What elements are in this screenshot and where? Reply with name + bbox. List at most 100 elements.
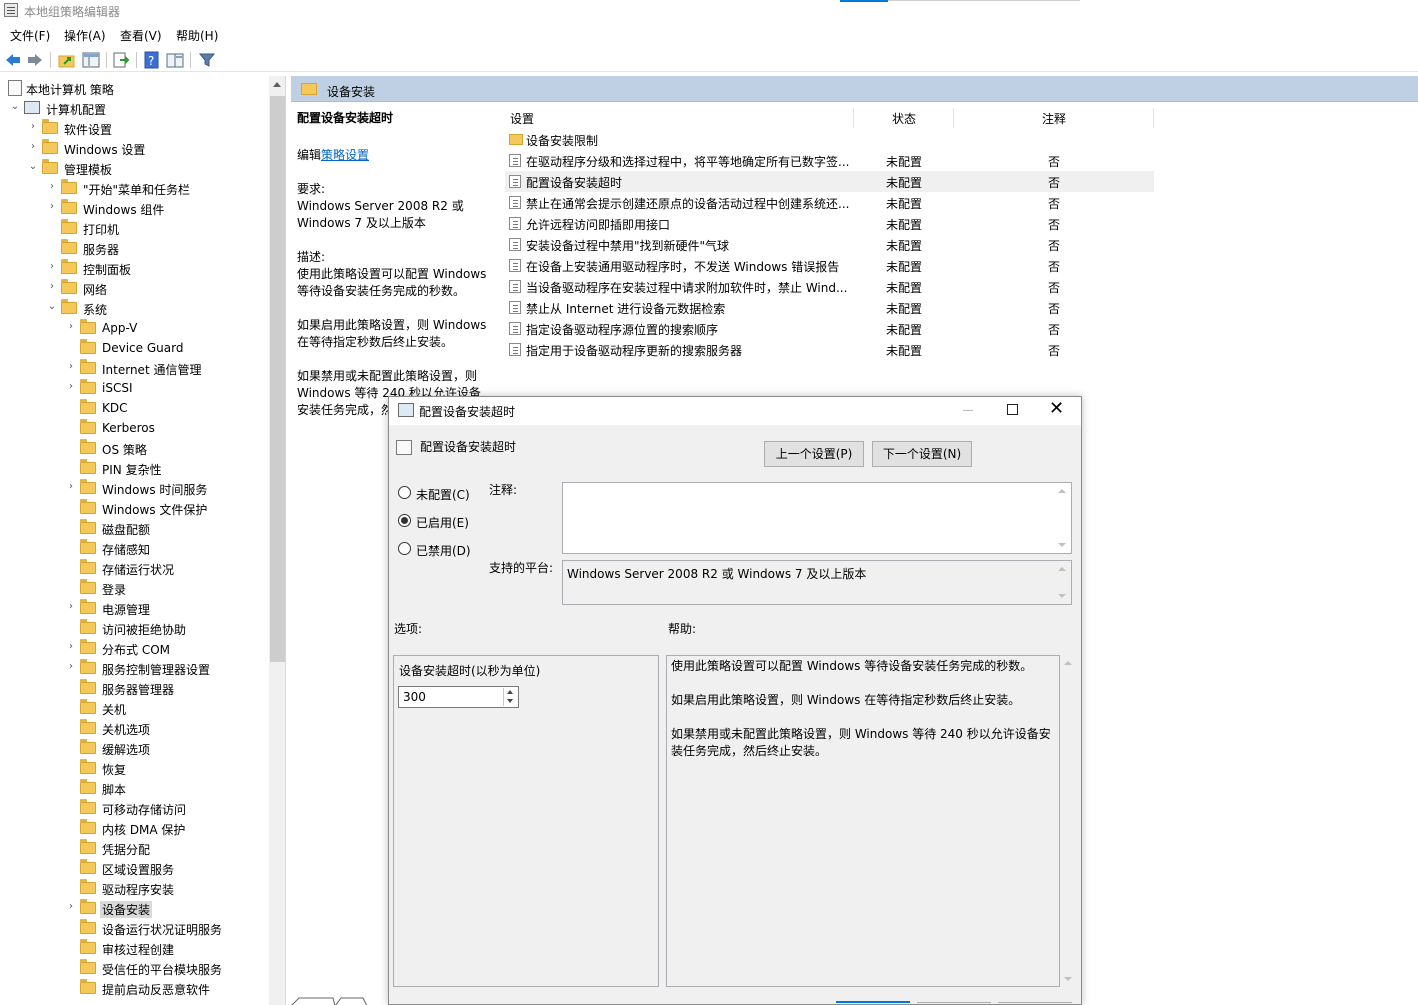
chevron-right-icon[interactable]: › xyxy=(28,142,38,152)
settings-row[interactable]: 安装设备过程中禁用"找到新硬件"气球 未配置 否 xyxy=(505,234,1154,255)
menu-help[interactable]: 帮助(H) xyxy=(176,27,218,44)
tree-item[interactable]: 缓解选项 xyxy=(0,738,269,758)
tree-item-label[interactable]: 打印机 xyxy=(83,221,119,238)
tree-item-label[interactable]: 可移动存储访问 xyxy=(102,801,186,818)
settings-row[interactable]: 允许远程访问即插即用接口 未配置 否 xyxy=(505,213,1154,234)
column-divider[interactable] xyxy=(1153,108,1154,128)
back-arrow-icon[interactable] xyxy=(4,51,22,69)
tree-item-label[interactable]: 缓解选项 xyxy=(102,741,150,758)
scroll-down-arrow-icon[interactable] xyxy=(1058,594,1066,598)
settings-row[interactable]: 配置设备安装超时 未配置 否 xyxy=(505,171,1154,192)
tree-item-label[interactable]: 恢复 xyxy=(102,761,126,778)
close-icon[interactable]: ✕ xyxy=(1049,399,1064,419)
help-scrollbar-track[interactable] xyxy=(1060,655,1077,987)
tree-item[interactable]: › 服务控制管理器设置 xyxy=(0,658,269,678)
radio-circle[interactable] xyxy=(398,486,411,499)
tree-item[interactable]: 存储运行状况 xyxy=(0,558,269,578)
tree-item-label[interactable]: Internet 通信管理 xyxy=(102,361,201,378)
chevron-right-icon[interactable]: › xyxy=(66,662,76,672)
tree-item-label[interactable]: 凭据分配 xyxy=(102,841,150,858)
chevron-right-icon[interactable]: › xyxy=(47,282,57,292)
radio-not-configured[interactable]: 未配置(C) xyxy=(398,486,470,502)
settings-row[interactable]: 禁止从 Internet 进行设备元数据检索 未配置 否 xyxy=(505,297,1154,318)
chevron-right-icon[interactable]: › xyxy=(66,902,76,912)
tree-item-label[interactable]: 受信任的平台模块服务 xyxy=(102,961,222,978)
scroll-down-arrow-icon[interactable] xyxy=(1058,543,1066,547)
scroll-up-arrow-icon[interactable] xyxy=(1064,661,1072,665)
export-list-icon[interactable] xyxy=(112,51,130,69)
tree-item[interactable]: 区域设置服务 xyxy=(0,858,269,878)
tree-item-label[interactable]: 分布式 COM xyxy=(102,641,170,658)
settings-row[interactable]: 禁止在通常会提示创建还原点的设备活动过程中创建系统还... 未配置 否 xyxy=(505,192,1154,213)
scroll-down-arrow-icon[interactable] xyxy=(1064,977,1072,981)
column-state[interactable]: 状态 xyxy=(892,110,916,127)
tree-scrollbar[interactable] xyxy=(269,76,285,1005)
tree-item[interactable]: Windows 文件保护 xyxy=(0,498,269,518)
tree-item[interactable]: › Windows 组件 xyxy=(0,198,269,218)
tree-item[interactable]: 存储感知 xyxy=(0,538,269,558)
radio-circle[interactable] xyxy=(398,542,411,555)
forward-arrow-icon[interactable] xyxy=(26,51,44,69)
chevron-right-icon[interactable]: › xyxy=(66,482,76,492)
menu-action[interactable]: 操作(A) xyxy=(64,27,106,44)
edit-policy-link[interactable]: 策略设置 xyxy=(321,148,369,162)
comment-scrollbar[interactable] xyxy=(1054,483,1071,553)
tree-item[interactable]: OS 策略 xyxy=(0,438,269,458)
chevron-right-icon[interactable]: › xyxy=(66,382,76,392)
tree-item[interactable]: 磁盘配额 xyxy=(0,518,269,538)
next-setting-button[interactable]: 下一个设置(N) xyxy=(872,441,972,467)
radio-enabled[interactable]: 已启用(E) xyxy=(398,514,469,530)
tree-item[interactable]: › iSCSI xyxy=(0,378,269,398)
tree-item-label[interactable]: 设备运行状况证明服务 xyxy=(102,921,222,938)
column-comment[interactable]: 注释 xyxy=(1042,110,1066,127)
help-scrollbar[interactable] xyxy=(1060,655,1077,987)
tree-item-label[interactable]: 电源管理 xyxy=(102,601,150,618)
previous-setting-button[interactable]: 上一个设置(P) xyxy=(764,441,864,467)
setting-name[interactable]: 指定设备驱动程序源位置的搜索顺序 xyxy=(526,321,718,338)
tree-item-label[interactable]: 关机选项 xyxy=(102,721,150,738)
tree-item-label[interactable]: Device Guard xyxy=(102,341,183,355)
tree-item[interactable]: ⌄ 计算机配置 xyxy=(0,98,269,118)
chevron-right-icon[interactable]: › xyxy=(66,642,76,652)
chevron-right-icon[interactable]: › xyxy=(66,362,76,372)
tree-item-label[interactable]: Windows 组件 xyxy=(83,201,164,218)
tree-item-label[interactable]: 内核 DMA 保护 xyxy=(102,821,185,838)
tree-item-label[interactable]: 存储感知 xyxy=(102,541,150,558)
settings-row[interactable]: 在设备上安装通用驱动程序时，不发送 Windows 错误报告 未配置 否 xyxy=(505,255,1154,276)
spin-up-icon[interactable] xyxy=(507,690,513,694)
scrollbar-thumb[interactable] xyxy=(270,96,285,662)
tree-item[interactable]: › 电源管理 xyxy=(0,598,269,618)
tree-item[interactable]: Device Guard xyxy=(0,338,269,358)
chevron-right-icon[interactable]: › xyxy=(66,602,76,612)
tree-item[interactable]: › 分布式 COM xyxy=(0,638,269,658)
tree-item[interactable]: › Windows 设置 xyxy=(0,138,269,158)
tree-item-label[interactable]: 管理模板 xyxy=(64,161,112,178)
tree-item-label[interactable]: 磁盘配额 xyxy=(102,521,150,538)
tree-item-label[interactable]: 提前启动反恶意软件 xyxy=(102,981,210,998)
tree-item-label[interactable]: Windows 时间服务 xyxy=(102,481,207,498)
tree-item-label[interactable]: 关机 xyxy=(102,701,126,718)
tree-item[interactable]: 审核过程创建 xyxy=(0,938,269,958)
chevron-right-icon[interactable]: › xyxy=(28,122,38,132)
tree-item[interactable]: PIN 复杂性 xyxy=(0,458,269,478)
tree-item[interactable]: 凭据分配 xyxy=(0,838,269,858)
timeout-value[interactable]: 300 xyxy=(403,690,426,704)
settings-row[interactable]: 指定设备驱动程序源位置的搜索顺序 未配置 否 xyxy=(505,318,1154,339)
tree-item[interactable]: 登录 xyxy=(0,578,269,598)
tree-item[interactable]: › Windows 时间服务 xyxy=(0,478,269,498)
chevron-right-icon[interactable]: › xyxy=(47,182,57,192)
tree-item[interactable]: › App-V xyxy=(0,318,269,338)
chevron-right-icon[interactable]: › xyxy=(66,322,76,332)
tree-item[interactable]: Kerberos xyxy=(0,418,269,438)
tree-item-label[interactable]: 控制面板 xyxy=(83,261,131,278)
chevron-right-icon[interactable]: › xyxy=(47,262,57,272)
setting-name[interactable]: 禁止从 Internet 进行设备元数据检索 xyxy=(526,300,725,317)
radio-enabled-label[interactable]: 已启用(E) xyxy=(416,514,469,531)
chevron-down-icon[interactable]: ⌄ xyxy=(47,302,57,312)
column-divider[interactable] xyxy=(953,108,954,128)
chevron-down-icon[interactable]: ⌄ xyxy=(28,162,38,172)
setting-name[interactable]: 在设备上安装通用驱动程序时，不发送 Windows 错误报告 xyxy=(526,258,839,275)
settings-row[interactable]: 设备安装限制 xyxy=(505,129,1154,150)
filter-icon[interactable] xyxy=(198,51,216,69)
scroll-up-arrow-icon[interactable] xyxy=(1058,567,1066,571)
